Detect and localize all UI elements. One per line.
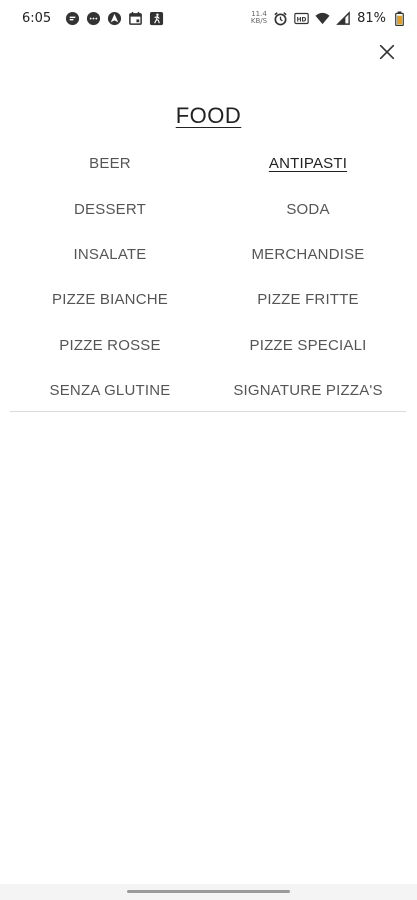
status-bar: 6:05 11.4 KB/S HD 81% [0, 0, 417, 36]
category-item-dessert[interactable]: DESSERT [10, 186, 210, 231]
category-item-merchandise[interactable]: MERCHANDISE [210, 232, 406, 277]
hd-icon: HD [294, 11, 309, 26]
close-icon [379, 44, 395, 60]
battery-percent: 81% [357, 10, 386, 26]
chat-icon [65, 11, 80, 26]
divider [10, 411, 406, 412]
close-button[interactable] [377, 42, 397, 62]
signal-icon [336, 10, 351, 26]
category-item-senza-glutine[interactable]: SENZA GLUTINE [10, 368, 210, 413]
wifi-icon [315, 11, 330, 26]
gesture-handle[interactable] [127, 890, 290, 893]
category-item-pizze-bianche[interactable]: PIZZE BIANCHE [10, 277, 210, 322]
status-time: 6:05 [22, 10, 52, 26]
category-item-pizze-rosse[interactable]: PIZZE ROSSE [10, 323, 210, 368]
navigation-bar [0, 884, 417, 900]
status-left: 6:05 [22, 11, 164, 26]
category-item-signature-pizza-s[interactable]: SIGNATURE PIZZA'S [210, 368, 406, 413]
menu-title: FOOD [0, 103, 417, 129]
category-item-soda[interactable]: SODA [210, 186, 406, 231]
message-icon [86, 11, 101, 26]
nav-app-icon [107, 11, 122, 26]
network-speed-unit: KB/S [250, 17, 268, 25]
svg-text:HD: HD [297, 17, 307, 23]
calendar-icon [128, 11, 143, 26]
category-grid: BEER ANTIPASTI DESSERT SODA INSALATE MERCHAND… [10, 141, 406, 413]
status-right: 11.4 KB/S HD 81% [251, 11, 407, 26]
battery-icon [392, 10, 407, 26]
category-item-antipasti[interactable]: ANTIPASTI [210, 141, 406, 186]
alarm-icon [273, 11, 288, 26]
category-item-pizze-fritte[interactable]: PIZZE FRITTE [210, 277, 406, 322]
category-item-beer[interactable]: BEER [10, 141, 210, 186]
fitness-icon [149, 11, 164, 26]
menu-title-text: FOOD [175, 103, 242, 128]
category-item-pizze-speciali[interactable]: PIZZE SPECIALI [210, 323, 406, 368]
category-item-insalate[interactable]: INSALATE [10, 232, 210, 277]
network-speed: 11.4 KB/S [251, 11, 267, 25]
